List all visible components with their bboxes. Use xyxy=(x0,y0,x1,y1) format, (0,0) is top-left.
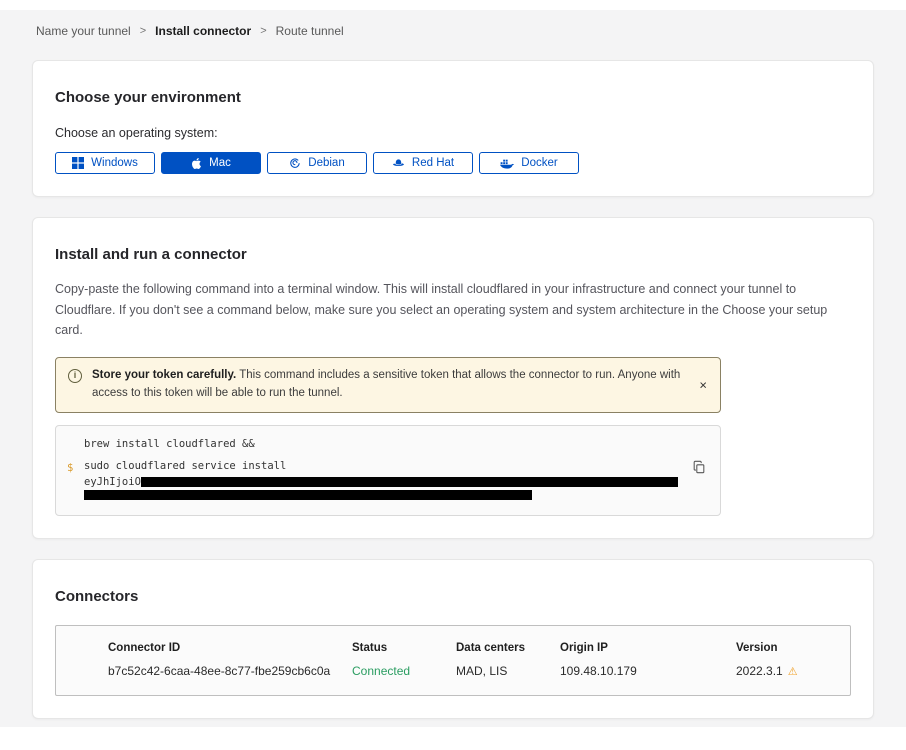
table-row: b7c52c42-6caa-48ee-8c77-fbe259cb6c0a Con… xyxy=(108,664,830,678)
install-command-block: $ brew install cloudflared && sudo cloud… xyxy=(55,425,721,517)
os-button-label: Red Hat xyxy=(412,157,454,169)
connectors-card-title: Connectors xyxy=(55,588,851,605)
os-button-debian[interactable]: Debian xyxy=(267,152,367,174)
breadcrumb-step-name-your-tunnel[interactable]: Name your tunnel xyxy=(36,24,131,38)
command-line-2: sudo cloudflared service install xyxy=(84,459,680,473)
breadcrumb-step-route-tunnel: Route tunnel xyxy=(276,24,344,38)
os-button-label: Mac xyxy=(209,157,231,169)
os-button-label: Docker xyxy=(521,157,557,169)
environment-card: Choose your environment Choose an operat… xyxy=(32,60,874,197)
token-line-2 xyxy=(84,489,680,504)
os-button-label: Windows xyxy=(91,157,138,169)
os-select-label: Choose an operating system: xyxy=(55,126,851,140)
header-origin-ip: Origin IP xyxy=(560,642,736,654)
cell-connector-id: b7c52c42-6caa-48ee-8c77-fbe259cb6c0a xyxy=(108,664,352,678)
breadcrumb-step-install-connector: Install connector xyxy=(155,24,251,38)
page-background: Name your tunnel > Install connector > R… xyxy=(0,10,906,727)
table-header-row: Connector ID Status Data centers Origin … xyxy=(108,642,830,654)
install-connector-card: Install and run a connector Copy-paste t… xyxy=(32,217,874,539)
cell-data-centers: MAD, LIS xyxy=(456,664,560,678)
debian-icon xyxy=(289,157,301,169)
version-warning-icon: ⚠ xyxy=(788,666,798,678)
windows-icon xyxy=(72,157,84,169)
cell-version: 2022.3.1 ⚠ xyxy=(736,664,830,678)
info-icon: i xyxy=(68,369,82,383)
breadcrumb-separator: > xyxy=(260,25,266,37)
header-connector-id: Connector ID xyxy=(108,642,352,654)
environment-card-title: Choose your environment xyxy=(55,89,851,106)
connectors-table: Connector ID Status Data centers Origin … xyxy=(55,625,851,696)
os-button-windows[interactable]: Windows xyxy=(55,152,155,174)
redhat-icon xyxy=(392,157,405,169)
breadcrumb-separator: > xyxy=(140,25,146,37)
command-line-1: brew install cloudflared && xyxy=(84,437,680,451)
install-card-description: Copy-paste the following command into a … xyxy=(55,279,851,341)
token-warning-text: Store your token carefully. This command… xyxy=(92,367,690,403)
token-line: eyJhIjoiO xyxy=(84,475,680,489)
close-icon[interactable]: × xyxy=(694,376,712,393)
os-button-group: Windows Mac Debian Red Hat xyxy=(55,152,851,174)
os-button-docker[interactable]: Docker xyxy=(479,152,579,174)
token-prefix: eyJhIjoiO xyxy=(84,475,141,489)
redacted-token-bar xyxy=(84,490,532,500)
apple-icon xyxy=(191,157,202,170)
copy-icon[interactable] xyxy=(690,458,708,479)
os-button-label: Debian xyxy=(308,157,344,169)
os-button-redhat[interactable]: Red Hat xyxy=(373,152,473,174)
os-button-mac[interactable]: Mac xyxy=(161,152,261,174)
version-value: 2022.3.1 xyxy=(736,664,783,678)
cell-origin-ip: 109.48.10.179 xyxy=(560,664,736,678)
token-warning-banner: i Store your token carefully. This comma… xyxy=(55,357,721,413)
header-version: Version xyxy=(736,642,830,654)
header-status: Status xyxy=(352,642,456,654)
token-warning-title: Store your token carefully. xyxy=(92,369,236,381)
terminal-prompt: $ xyxy=(67,461,73,475)
connectors-card: Connectors Connector ID Status Data cent… xyxy=(32,559,874,719)
header-data-centers: Data centers xyxy=(456,642,560,654)
docker-icon xyxy=(500,158,514,169)
install-card-title: Install and run a connector xyxy=(55,246,851,263)
redacted-token-bar xyxy=(141,477,678,487)
status-badge: Connected xyxy=(352,664,456,678)
breadcrumb: Name your tunnel > Install connector > R… xyxy=(36,24,906,38)
